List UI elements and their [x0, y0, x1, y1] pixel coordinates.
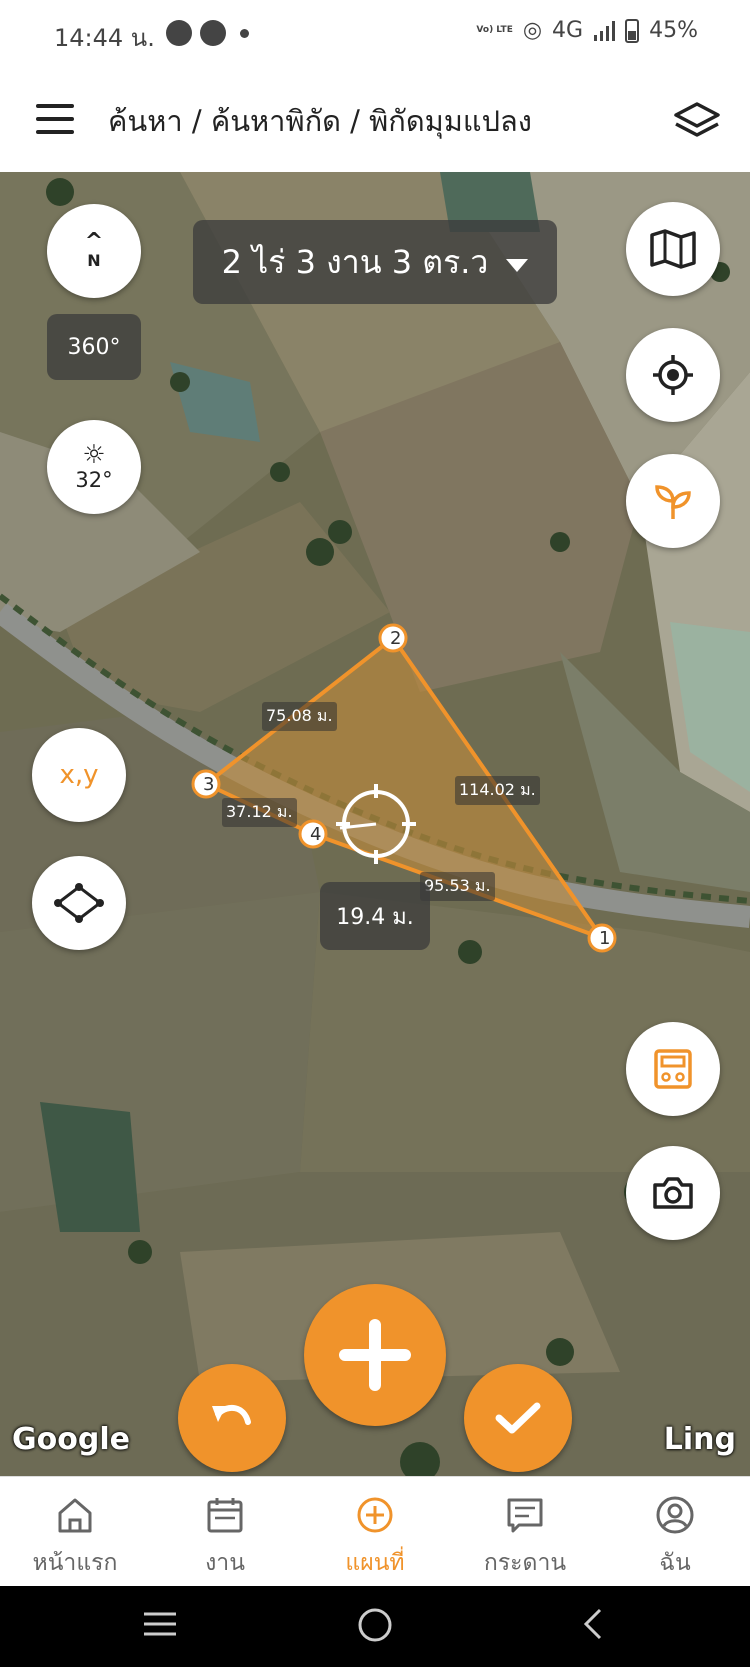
my-location-button[interactable]	[626, 328, 720, 422]
battery-level: 45%	[649, 18, 698, 43]
map-icon	[650, 229, 696, 269]
check-icon	[495, 1402, 541, 1434]
temperature-value: 32°	[75, 468, 113, 492]
home-icon	[58, 1498, 92, 1533]
notification-icon-2	[200, 20, 226, 46]
nav-me[interactable]: ฉัน	[600, 1477, 750, 1586]
calendar-icon	[207, 1498, 243, 1533]
user-icon	[656, 1496, 694, 1534]
plus-icon	[339, 1319, 411, 1391]
north-arrow-icon: ^	[84, 228, 104, 254]
camera-icon	[653, 1177, 693, 1209]
map-type-button[interactable]	[626, 202, 720, 296]
layers-icon[interactable]	[672, 100, 722, 140]
undo-icon	[212, 1404, 251, 1425]
google-attribution: Google	[12, 1422, 130, 1457]
xy-label: x,y	[59, 760, 99, 790]
weather-button[interactable]: ☼ 32°	[47, 420, 141, 514]
vertex-2-label: 2	[390, 628, 402, 649]
vertex-1-label: 1	[599, 928, 611, 949]
compass-button[interactable]: ^ N	[47, 204, 141, 298]
add-circle-icon	[357, 1497, 393, 1533]
status-time: 14:44 น.	[54, 24, 155, 52]
status-right: Vo) LTE ◎ 4G 45%	[476, 18, 698, 43]
board-icon	[507, 1498, 543, 1533]
home-button-icon[interactable]	[356, 1606, 394, 1644]
area-value: 2 ไร่ 3 งาน 3 ตร.ว	[221, 242, 489, 281]
back-icon[interactable]	[578, 1606, 606, 1642]
recent-apps-icon[interactable]	[142, 1606, 178, 1642]
chevron-down-icon	[506, 258, 529, 272]
hotspot-icon: ◎	[522, 18, 543, 43]
battery-icon	[625, 18, 640, 43]
nav-board-label: กระดาน	[483, 1550, 567, 1576]
heading-badge: 360°	[47, 314, 141, 380]
coordinates-button[interactable]: x,y	[32, 728, 126, 822]
distance-value: 19.4 ม.	[336, 904, 414, 930]
notification-icon	[166, 20, 192, 46]
signal-icon	[594, 20, 616, 41]
network-type: 4G	[552, 18, 584, 43]
sprout-icon	[655, 485, 691, 519]
segment-length-3-4: 37.12 ม.	[222, 798, 297, 827]
more-notifications-icon	[240, 29, 249, 38]
area-selector[interactable]: 2 ไร่ 3 งาน 3 ตร.ว	[193, 220, 557, 304]
nav-board[interactable]: กระดาน	[450, 1477, 600, 1586]
nav-map-label: แผนที่	[345, 1550, 405, 1576]
nav-me-label: ฉัน	[659, 1550, 691, 1576]
nav-home-label: หน้าแรก	[32, 1550, 118, 1576]
calculator-button[interactable]	[626, 1022, 720, 1116]
nav-tasks[interactable]: งาน	[150, 1477, 300, 1586]
segment-length-3-2: 75.08 ม.	[262, 702, 337, 731]
calculator-icon	[654, 1049, 692, 1089]
distance-badge: 19.4 ม.	[320, 882, 430, 950]
nav-tasks-label: งาน	[205, 1550, 245, 1576]
status-bar: 14:44 น. Vo) LTE ◎ 4G 45%	[0, 0, 750, 68]
vertex-3-label: 3	[203, 774, 215, 795]
volte-icon: Vo) LTE	[476, 25, 513, 35]
menu-icon[interactable]	[36, 104, 74, 134]
nav-map[interactable]: แผนที่	[300, 1477, 450, 1586]
plant-button[interactable]	[626, 454, 720, 548]
undo-button[interactable]	[178, 1364, 286, 1472]
compass-letter: N	[87, 250, 101, 270]
confirm-button[interactable]	[464, 1364, 572, 1472]
polygon-tool-button[interactable]	[32, 856, 126, 950]
breadcrumb: ค้นหา / ค้นหาพิกัด / พิกัดมุมแปลง	[108, 104, 532, 138]
app-header: ค้นหา / ค้นหาพิกัด / พิกัดมุมแปลง	[0, 68, 750, 172]
segment-length-4-1: 95.53 ม.	[420, 872, 495, 901]
system-navigation-bar	[0, 1586, 750, 1667]
segment-length-2-1: 114.02 ม.	[455, 776, 540, 805]
sun-icon: ☼	[82, 440, 106, 470]
nav-home[interactable]: หน้าแรก	[0, 1477, 150, 1586]
vertex-4-label: 4	[310, 824, 322, 845]
bottom-navigation: หน้าแรก งาน แผนที่ กระดาน ฉัน	[0, 1476, 750, 1586]
locate-icon	[653, 355, 693, 395]
ling-attribution: Ling	[663, 1422, 736, 1457]
map-view[interactable]: 2 1 4 3 75.08 ม. 114.02 ม. 95.53 ม. 37.1…	[0, 172, 750, 1476]
add-point-button[interactable]	[304, 1284, 446, 1426]
heading-value: 360°	[67, 334, 121, 360]
polygon-icon	[54, 883, 104, 923]
camera-button[interactable]	[626, 1146, 720, 1240]
